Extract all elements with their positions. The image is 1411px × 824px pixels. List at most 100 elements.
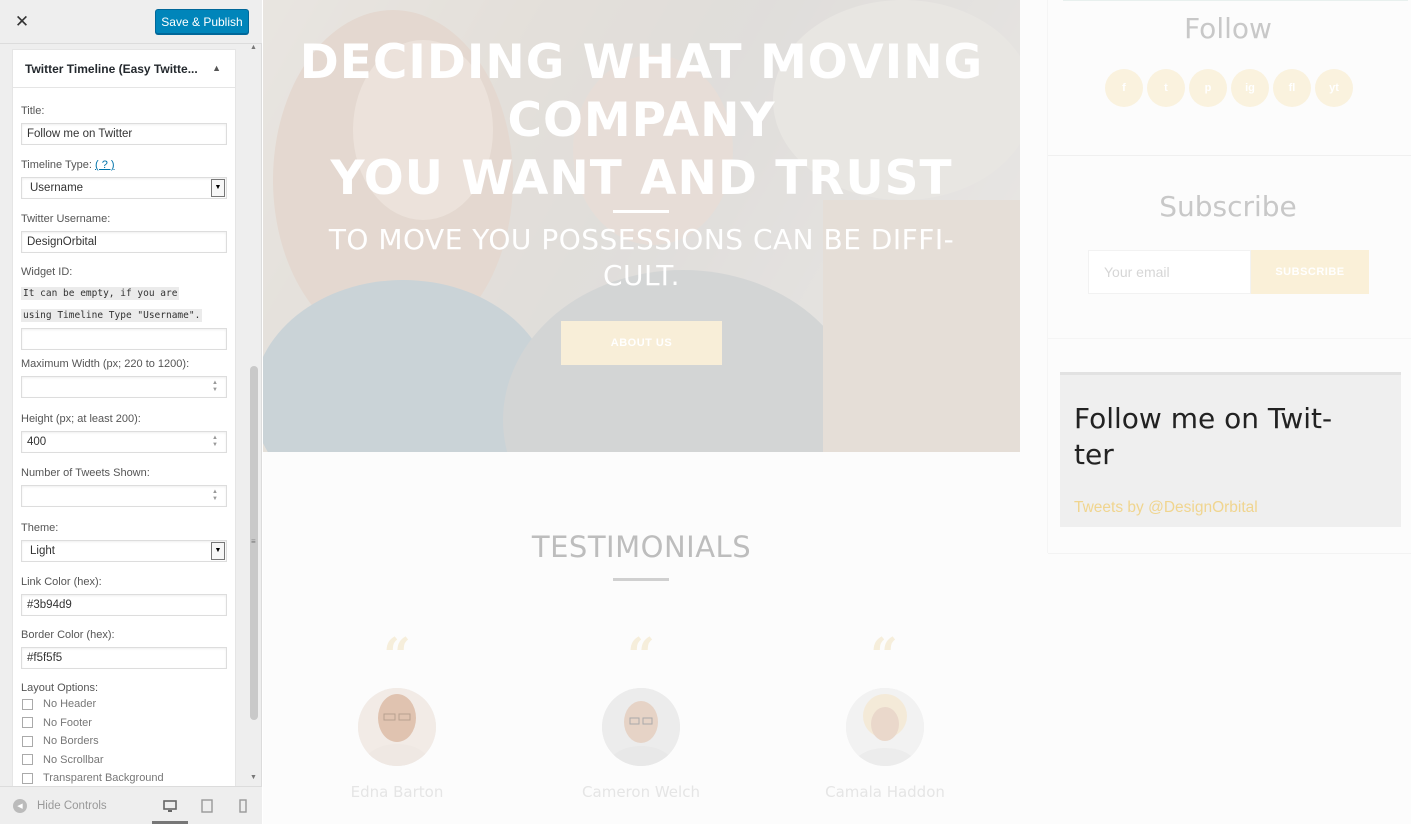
title-field-group: Title: Follow me on Twitter [21,104,227,145]
facebook-icon[interactable]: f [1105,69,1143,107]
timeline-type-label: Timeline Type: ( ? ) [21,158,227,172]
testimonial-name: Camala Haddon [825,783,945,801]
subscribe-button[interactable]: SUBSCRIBE [1251,250,1369,294]
sidebar-border [1047,0,1048,553]
flickr-icon[interactable]: fl [1273,69,1311,107]
option-no-footer[interactable]: No Footer [21,714,227,733]
avatar [602,688,680,766]
twitter-widget-title-line: Follow me on Twit- [1074,402,1333,435]
username-input[interactable]: DesignOrbital [21,231,227,253]
max-width-group: Maximum Width (px; 220 to 1200): ▲ ▼ [21,357,227,398]
hero-divider [613,210,669,213]
max-width-label: Maximum Width (px; 220 to 1200): [21,358,190,370]
option-no-borders[interactable]: No Borders [21,732,227,751]
collapse-icon[interactable]: ◀ [13,799,27,813]
widget-id-input[interactable] [21,328,227,350]
scroll-up-icon[interactable]: ▲ [250,44,257,51]
subscribe-title: Subscribe [1159,190,1297,223]
twitter-widget: Follow me on Twit- ter Tweets by @Design… [1060,372,1401,527]
save-publish-button[interactable]: Save & Publish [155,9,249,34]
title-input[interactable]: Follow me on Twitter [21,123,227,145]
checkbox[interactable] [22,772,33,784]
option-label: Transparent Background [43,772,164,785]
mobile-icon[interactable] [236,798,250,814]
tweets-shown-input[interactable]: ▲ ▼ [21,485,227,507]
link-color-group: Link Color (hex): #3b94d9 [21,575,227,616]
tweets-shown-label: Number of Tweets Shown: [21,467,150,479]
spinner-icon[interactable]: ▲ ▼ [210,435,220,449]
timeline-type-group: Timeline Type: ( ? ) Username ▼ [21,158,227,199]
divider [1048,338,1411,339]
checkbox[interactable] [22,735,33,747]
testimonial-name: Edna Barton [350,783,444,801]
chevron-down-icon[interactable]: ▼ [211,542,225,560]
hero-subtitle: TO MOVE YOU POSSESSIONS CAN BE DIFFI- CU… [293,222,990,294]
height-input[interactable]: 400 ▲ ▼ [21,431,227,453]
avatar-photo [602,688,680,766]
checkbox[interactable] [22,698,33,710]
sidebar-footer: ◀ Hide Controls [0,786,262,824]
testimonials-divider [613,578,669,581]
link-color-label: Link Color (hex): [21,576,102,588]
theme-label: Theme: [21,522,59,534]
divider [1048,553,1411,554]
hero-section: DECIDING WHAT MOVING COMPANY YOU WANT AN… [263,0,1020,452]
widget-title: Twitter Timeline (Easy Twitte... [25,61,198,76]
youtube-icon[interactable]: yt [1315,69,1353,107]
hero-subtitle-line: TO MOVE YOU POSSESSIONS CAN BE DIFFI- [328,223,955,256]
theme-select[interactable]: Light ▼ [21,540,227,562]
option-label: No Footer [43,716,92,729]
timeline-type-help-link[interactable]: ( ? ) [95,159,115,171]
widget-id-group: Widget ID: It can be empty, if you are u… [21,265,227,350]
collapse-arrow-icon[interactable]: ▲ [212,63,221,73]
instagram-icon[interactable]: ig [1231,69,1269,107]
tweets-shown-group: Number of Tweets Shown: ▲ ▼ [21,466,227,507]
option-label: No Borders [43,735,99,748]
hero-topline [293,0,983,2]
border-color-group: Border Color (hex): #f5f5f5 [21,628,227,669]
controls-scroll-area[interactable]: Twitter Timeline (Easy Twitte... ▲ Title… [0,44,262,786]
hero-title: DECIDING WHAT MOVING COMPANY YOU WANT AN… [263,34,1020,208]
email-field[interactable]: Your email [1088,250,1251,294]
twitter-timeline-link[interactable]: Tweets by @DesignOrbital [1074,499,1258,517]
about-us-button[interactable]: ABOUT US [561,321,722,365]
twitter-icon[interactable]: t [1147,69,1185,107]
site-preview[interactable]: DECIDING WHAT MOVING COMPANY YOU WANT AN… [263,0,1411,824]
widget-id-note-line1: It can be empty, if you are [21,287,180,300]
link-color-input[interactable]: #3b94d9 [21,594,227,616]
scroll-down-icon[interactable]: ▼ [250,774,257,781]
quote-icon: “ [870,628,898,684]
close-icon[interactable]: ✕ [0,0,44,44]
desktop-icon[interactable] [163,798,177,814]
sidebar-scrollbar[interactable]: ▲ ≡ ▼ [247,44,261,786]
layout-options-label: Layout Options: [21,682,99,694]
grip-icon: ≡ [251,537,256,546]
option-label: No Header [43,698,97,711]
pinterest-icon[interactable]: p [1189,69,1227,107]
tablet-icon[interactable] [200,798,214,814]
checkbox[interactable] [22,754,33,766]
avatar-photo [846,688,924,766]
spinner-icon[interactable]: ▲ ▼ [210,489,220,503]
timeline-type-value: Username [30,182,84,194]
checkbox[interactable] [22,717,33,729]
timeline-type-select[interactable]: Username ▼ [21,177,227,199]
spinner-icon[interactable]: ▲ ▼ [210,380,220,394]
chevron-down-icon[interactable]: ▼ [211,179,225,197]
hero-subtitle-line: CULT. [603,259,680,292]
quote-icon: “ [627,628,655,684]
option-no-scrollbar[interactable]: No Scrollbar [21,751,227,770]
sidebar-top-line [1063,0,1408,1]
border-color-input[interactable]: #f5f5f5 [21,647,227,669]
option-transparent-background[interactable]: Transparent Background [21,769,227,786]
widget-title-bar[interactable]: Twitter Timeline (Easy Twitte... ▲ [13,50,235,88]
hero-title-line: DECIDING WHAT MOVING [299,35,984,90]
layout-options-group: Layout Options: No Header No Footer No B… [21,681,227,786]
widget-id-label: Widget ID: [21,266,73,278]
twitter-widget-title: Follow me on Twit- ter [1074,401,1384,473]
widget-id-note: It can be empty, if you are using Timeli… [21,282,227,326]
option-no-header[interactable]: No Header [21,695,227,714]
twitter-widget-title-line: ter [1074,438,1114,471]
hide-controls-button[interactable]: Hide Controls [37,800,107,812]
max-width-input[interactable]: ▲ ▼ [21,376,227,398]
